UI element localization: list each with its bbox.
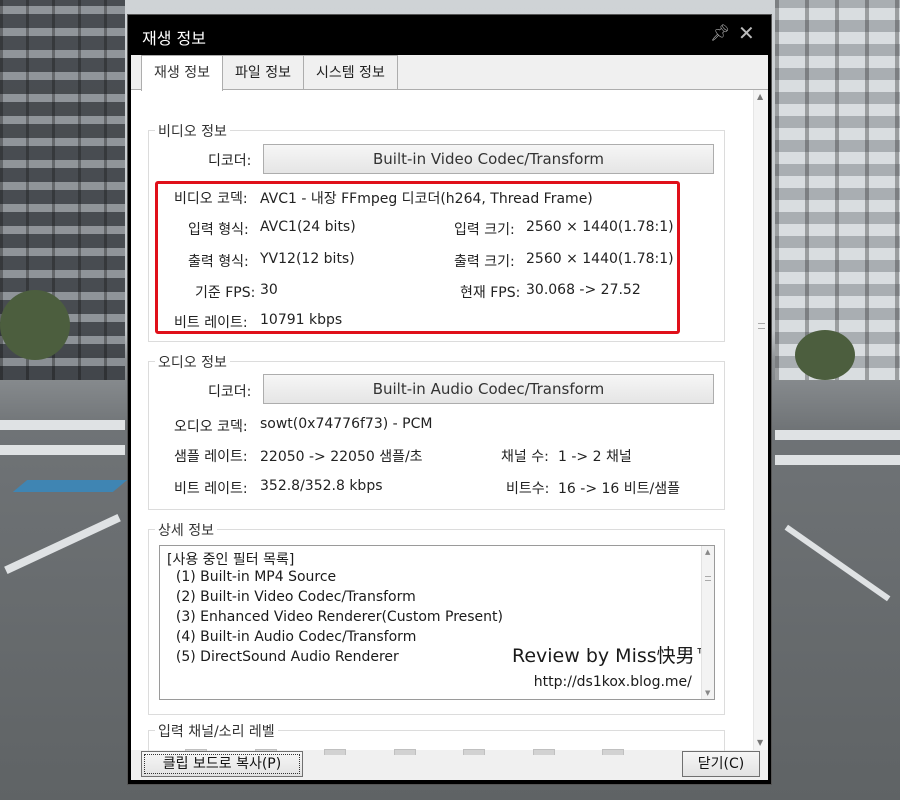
watermark-url: http://ds1kox.blog.me/ (533, 674, 692, 690)
scroll-grip[interactable] (758, 323, 765, 329)
right-building (775, 0, 900, 380)
crosswalk-stripe (0, 420, 125, 430)
channels-value: 1 -> 2 채널 (558, 449, 632, 465)
road-line (784, 524, 891, 602)
details-group-title: 상세 정보 (155, 520, 217, 540)
close-icon[interactable]: ✕ (738, 21, 755, 45)
video-decoder-button[interactable]: Built-in Video Codec/Transform (263, 144, 714, 174)
audio-decoder-button[interactable]: Built-in Audio Codec/Transform (263, 374, 714, 404)
tab-playback-info[interactable]: 재생 정보 (141, 55, 223, 91)
tab-system-info[interactable]: 시스템 정보 (302, 55, 398, 90)
review-watermark: Review by Miss快男™ http://ds1kox.blog.me/ (512, 641, 714, 690)
button-bar: 클립 보드로 복사(P) 닫기(C) (131, 751, 768, 780)
title-bar: 재생 정보 📌︎ ✕ (128, 15, 771, 55)
bike-lane (12, 480, 128, 492)
channels-label: 채널 수: (501, 449, 549, 465)
scroll-down-icon[interactable]: ▼ (757, 738, 763, 747)
bits-label: 비트수: (506, 481, 550, 497)
bits-value: 16 -> 16 비트/샘플 (558, 481, 680, 497)
close-button[interactable]: 닫기(C) (682, 751, 760, 777)
filter-list-item: (5) DirectSound Audio Renderer (167, 649, 399, 665)
scroll-up-icon[interactable]: ▲ (705, 548, 710, 556)
tree (0, 290, 70, 360)
video-group-title: 비디오 정보 (155, 121, 230, 141)
scroll-down-icon[interactable]: ▼ (705, 689, 710, 697)
pin-icon[interactable]: 📌︎ (710, 23, 730, 42)
highlight-box (155, 181, 680, 334)
filter-list-item: (4) Built-in Audio Codec/Transform (167, 629, 417, 645)
sample-rate-label: 샘플 레이트: (174, 449, 248, 465)
crosswalk-stripe (0, 445, 125, 455)
tab-file-info[interactable]: 파일 정보 (221, 55, 304, 90)
filter-list-textbox[interactable]: [사용 중인 필터 목록] (1) Built-in MP4 Source (2… (159, 545, 715, 700)
window-title: 재생 정보 (142, 29, 206, 48)
scroll-up-icon[interactable]: ▲ (757, 92, 763, 101)
road-line (4, 513, 121, 575)
textbox-scrollbar[interactable]: ▲ ▼ (701, 546, 714, 699)
video-info-group: 비디오 정보 디코더: Built-in Video Codec/Transfo… (148, 121, 725, 342)
crosswalk-stripe (775, 430, 900, 440)
filter-list-item: (1) Built-in MP4 Source (167, 569, 337, 585)
crosswalk-stripe (775, 455, 900, 465)
tree (795, 330, 855, 380)
audio-codec-value: sowt(0x74776f73) - PCM (260, 416, 433, 432)
sample-rate-value: 22050 -> 22050 샘플/초 (260, 449, 423, 465)
audio-decoder-label: 디코더: (208, 384, 252, 400)
video-decoder-label: 디코더: (208, 153, 252, 169)
tab-panel: ▲ ▼ 비디오 정보 디코더: Built-in Video Codec/Tra… (131, 90, 768, 760)
filter-list-item: (2) Built-in Video Codec/Transform (167, 589, 416, 605)
filter-list-header: [사용 중인 필터 목록] (167, 552, 295, 568)
audio-bitrate-label: 비트 레이트: (174, 481, 248, 497)
dialog-client-area: 재생 정보 파일 정보 시스템 정보 ▲ ▼ 비디오 정보 디코더: Built… (131, 55, 768, 780)
audio-group-title: 오디오 정보 (155, 352, 230, 372)
details-group: 상세 정보 [사용 중인 필터 목록] (1) Built-in MP4 Sou… (148, 520, 725, 715)
tab-strip: 재생 정보 파일 정보 시스템 정보 (141, 55, 398, 91)
levels-group-title: 입력 채널/소리 레벨 (155, 721, 278, 741)
scroll-grip[interactable] (705, 576, 711, 581)
audio-bitrate-value: 352.8/352.8 kbps (260, 478, 383, 494)
playback-info-dialog: 재생 정보 📌︎ ✕ 재생 정보 파일 정보 시스템 정보 ▲ ▼ 비디오 정보… (127, 14, 772, 785)
copy-to-clipboard-button[interactable]: 클립 보드로 복사(P) (141, 751, 303, 777)
panel-scrollbar[interactable]: ▲ ▼ (753, 90, 768, 750)
filter-list-item: (3) Enhanced Video Renderer(Custom Prese… (167, 609, 503, 625)
watermark-title: Review by Miss快男™ (512, 645, 714, 667)
audio-codec-label: 오디오 코덱: (174, 419, 248, 435)
audio-info-group: 오디오 정보 디코더: Built-in Audio Codec/Transfo… (148, 352, 725, 510)
